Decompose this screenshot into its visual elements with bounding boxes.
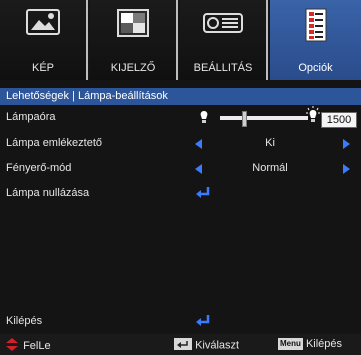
tab-kijelzo[interactable]: KIJELZŐ — [90, 0, 178, 80]
arrow-right-icon[interactable] — [343, 164, 350, 174]
exit-label: Kilépés — [6, 315, 43, 327]
lamp-reminder-row[interactable]: Lámpa emlékeztető Ki — [0, 133, 361, 155]
lamp-reminder-label: Lámpa emlékeztető — [6, 137, 102, 149]
lamp-reset-row[interactable]: Lámpa nullázása — [0, 183, 361, 205]
lamp-dim-icon — [197, 109, 211, 130]
tab-beallitas[interactable]: BEÁLLITÁS — [180, 0, 268, 80]
exit-hint: Menu Kilépés — [278, 338, 343, 351]
arrow-left-icon[interactable] — [195, 139, 202, 149]
lamp-reminder-value: Ki — [265, 137, 275, 149]
enter-icon[interactable] — [195, 186, 211, 203]
breadcrumb: Lehetőségek | Lámpa-beállítások — [0, 88, 361, 105]
lamp-hours-slider[interactable] — [220, 116, 308, 120]
tab-opciok[interactable]: Opciók — [270, 0, 361, 80]
projector-osd: KÉP KIJELZŐ BEÁLLITÁS Opciók Lehetőségek… — [0, 0, 361, 355]
arrow-right-icon[interactable] — [343, 139, 350, 149]
lamp-hours-label: Lámpaóra — [6, 111, 56, 123]
updown-hint: FelLe — [4, 338, 51, 354]
select-label: Kiválaszt — [195, 339, 240, 352]
tab-label: BEÁLLITÁS — [193, 62, 253, 74]
updown-label: FelLe — [23, 339, 51, 352]
brightness-mode-label: Fényerő-mód — [6, 162, 72, 174]
arrow-left-icon[interactable] — [195, 164, 202, 174]
display-icon — [115, 8, 151, 41]
exit-row[interactable]: Kilépés — [0, 311, 361, 333]
exit-hint-label: Kilépés — [305, 338, 343, 350]
image-icon — [25, 8, 61, 41]
brightness-mode-value: Normál — [252, 162, 288, 174]
tab-label: Opciók — [298, 62, 333, 74]
updown-icon — [4, 338, 20, 354]
help-footer: FelLe Kiválaszt Menu Kilépés — [0, 334, 361, 355]
main-tabs: KÉP KIJELZŐ BEÁLLITÁS Opciók — [0, 0, 361, 80]
enter-icon[interactable] — [195, 314, 211, 331]
tab-label: KIJELZŐ — [110, 62, 156, 74]
lamp-hours-value: 1500 — [321, 112, 357, 128]
menu-key-icon: Menu — [278, 338, 303, 351]
brightness-mode-row[interactable]: Fényerő-mód Normál — [0, 158, 361, 180]
lamp-bright-icon — [305, 106, 321, 129]
lamp-hours-slider-thumb[interactable] — [242, 111, 247, 127]
lamp-reset-label: Lámpa nullázása — [6, 187, 90, 199]
options-icon — [303, 8, 329, 45]
select-hint: Kiválaszt — [174, 338, 239, 353]
projector-icon — [202, 8, 244, 41]
tab-kep[interactable]: KÉP — [0, 0, 88, 80]
tab-label: KÉP — [31, 62, 54, 74]
enter-key-icon — [174, 338, 192, 353]
